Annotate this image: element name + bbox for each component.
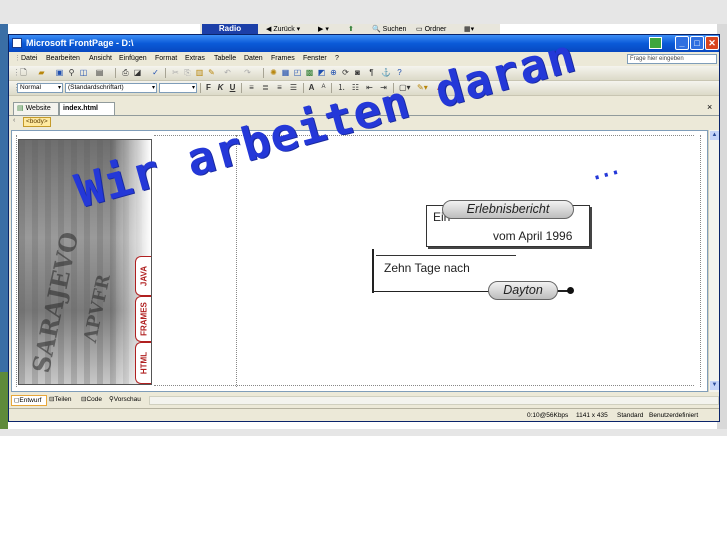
font-size-select[interactable]: ▾ [159, 83, 197, 93]
close-document-button[interactable]: × [707, 101, 712, 114]
side-tab-java[interactable]: JAVA [135, 256, 151, 296]
code-label: Code [86, 396, 102, 403]
close-button[interactable]: ✕ [705, 36, 719, 50]
menu-bearbeiten[interactable]: Bearbeiten [46, 53, 80, 64]
side-tab-html[interactable]: HTML [135, 342, 151, 384]
stop-icon[interactable]: ◙ [353, 68, 362, 77]
tab-website-label: Website [25, 105, 51, 112]
menu-tabelle[interactable]: Tabelle [214, 53, 236, 64]
ten-days-text: Zehn Tage nach [384, 261, 470, 275]
folders-label: Ordner [424, 26, 447, 33]
menu-daten[interactable]: Daten [244, 53, 263, 64]
folder-list-icon[interactable]: ▤ [95, 68, 104, 77]
status-bar: 0:10@56Kbps 1141 x 435 Standard Benutzer… [9, 408, 719, 421]
font-value: (Standardschriftart) [68, 84, 124, 91]
teilen-label: Teilen [54, 396, 72, 403]
bottom-band [0, 429, 727, 436]
view-tab-vorschau[interactable]: ⚲Vorschau [107, 395, 151, 406]
justify-icon[interactable]: ☰ [289, 83, 298, 92]
page-dimensions[interactable]: 1141 x 435 [576, 411, 608, 420]
download-time: 0:10@56Kbps [527, 412, 569, 419]
show-all-icon[interactable]: ¶ [367, 68, 376, 77]
maximize-button[interactable]: □ [690, 36, 704, 50]
insert-picture-icon[interactable]: ▩ [305, 68, 314, 77]
body-tag-chip[interactable]: <body> [23, 117, 51, 127]
tab-index-html[interactable]: index.html [59, 102, 115, 115]
view-tab-code[interactable]: ⊟Code [79, 395, 109, 406]
spelling-icon[interactable]: ✓ [151, 68, 160, 77]
menu-einfuegen[interactable]: Einfügen [119, 53, 147, 64]
scroll-up-icon[interactable]: ▲ [710, 131, 719, 140]
tag-nav-icon[interactable]: ‹ [13, 117, 15, 124]
frontpage-app-icon [12, 38, 22, 48]
report-pill[interactable]: Erlebnisbericht [442, 200, 574, 219]
align-center-icon[interactable]: ≣ [261, 83, 270, 92]
vertical-scrollbar[interactable]: ▲ ▼ [708, 130, 719, 392]
menu-fenster[interactable]: Fenster [303, 53, 327, 64]
style-value: Normal [20, 84, 41, 91]
open-folder-icon[interactable]: ▰ [37, 68, 46, 77]
redo-icon[interactable]: ↷ [243, 68, 252, 77]
publish-icon[interactable]: ◫ [79, 68, 88, 77]
desktop-edge-left [0, 24, 8, 429]
insert-layer-icon[interactable]: ◰ [293, 68, 302, 77]
new-page-icon[interactable]: 🗋 [19, 68, 28, 77]
undo-icon[interactable]: ↶ [223, 68, 232, 77]
side-tab-frames[interactable]: FRAMES [135, 296, 151, 342]
insert-table-icon[interactable]: ▦ [281, 68, 290, 77]
view-tab-entwurf[interactable]: ◻Entwurf [11, 395, 47, 406]
menu-help[interactable]: ? [335, 53, 339, 64]
copy-icon[interactable]: ⎘ [183, 68, 192, 77]
web-component-icon[interactable]: ✺ [269, 68, 278, 77]
report-date: vom April 1996 [493, 229, 573, 243]
connector-end-dot [567, 287, 574, 294]
hyperlink-icon[interactable]: ⊕ [329, 68, 338, 77]
window-title: Microsoft FrontPage - D:\ [26, 38, 134, 48]
italic-button[interactable]: K [216, 83, 225, 92]
desktop-edge-left-green [0, 372, 8, 429]
view-tab-teilen[interactable]: ⊟Teilen [47, 395, 81, 406]
style-select[interactable]: Normal ▾ [17, 83, 63, 93]
horizontal-scrollbar[interactable] [149, 396, 719, 405]
grow-font-icon[interactable]: A [307, 83, 316, 92]
entwurf-label: Entwurf [19, 397, 42, 404]
tab-website[interactable]: ▤ Website [13, 102, 59, 115]
bold-button[interactable]: F [204, 83, 213, 92]
menu-frames[interactable]: Frames [271, 53, 295, 64]
format-painter-icon[interactable]: ✎ [207, 68, 216, 77]
website-icon: ▤ [17, 105, 24, 112]
menu-format[interactable]: Format [155, 53, 177, 64]
preview-icon[interactable]: ◪ [133, 68, 142, 77]
cut-icon[interactable]: ✂ [171, 68, 180, 77]
shrink-font-icon[interactable]: A [319, 83, 328, 92]
underline-button[interactable]: U [228, 83, 237, 92]
save-icon[interactable]: ▣ [55, 68, 64, 77]
font-select[interactable]: (Standardschriftart) ▾ [65, 83, 157, 93]
side-tabs: JAVA FRAMES HTML [133, 256, 153, 384]
dayton-pill[interactable]: Dayton [488, 281, 558, 300]
refresh-icon[interactable]: ⟳ [341, 68, 350, 77]
search-web-icon[interactable]: ⚲ [67, 68, 76, 77]
search-label: Suchen [382, 26, 407, 33]
drawing-icon[interactable]: ◩ [317, 68, 326, 77]
paste-icon[interactable]: ▥ [195, 68, 204, 77]
scroll-down-icon[interactable]: ▼ [710, 381, 719, 390]
custom-indicator: Benutzerdefiniert [649, 412, 699, 419]
align-right-icon[interactable]: ≡ [275, 83, 284, 92]
tab-index-label: index.html [63, 105, 99, 112]
mode-indicator: Standard [617, 412, 644, 419]
view-tabs: ◻Entwurf ⊟Teilen ⊟Code ⚲Vorschau [11, 395, 151, 406]
menu-extras[interactable]: Extras [185, 53, 205, 64]
vorschau-label: Vorschau [113, 396, 141, 403]
back-label: Zurück [273, 26, 295, 33]
print-icon[interactable]: ⎙ [121, 68, 130, 77]
menu-datei[interactable]: Datei [21, 53, 37, 64]
menu-ansicht[interactable]: Ansicht [89, 53, 112, 64]
anchor-icon[interactable]: ⚓ [381, 68, 391, 77]
align-left-icon[interactable]: ≡ [247, 83, 256, 92]
